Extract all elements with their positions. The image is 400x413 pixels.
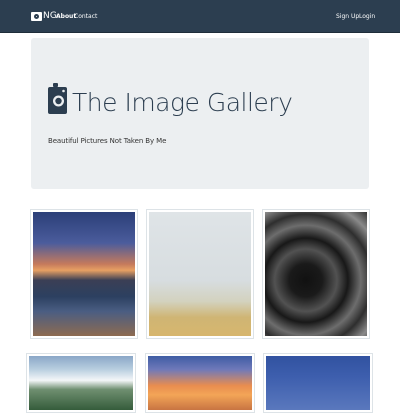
thumbnail-spiral-architecture[interactable]	[262, 209, 370, 339]
thumbnail-blue-sky[interactable]	[263, 353, 373, 413]
top-navbar: NG About Contact Sign Up Login	[0, 0, 400, 33]
nav-link-login[interactable]: Login	[359, 13, 375, 20]
brand-logo-link[interactable]: NG	[31, 11, 57, 21]
foggy-beach-image	[149, 212, 251, 336]
golden-gate-bridge-image	[33, 212, 135, 336]
sunset-clouds-image	[148, 356, 252, 410]
thumbnail-mountain[interactable]	[26, 353, 136, 413]
page-subtitle: Beautiful Pictures Not Taken By Me	[48, 137, 167, 145]
thumbnail-sunset-clouds[interactable]	[145, 353, 255, 413]
nav-link-signup[interactable]: Sign Up	[336, 13, 359, 20]
blue-sky-image	[266, 356, 370, 410]
mountain-image	[29, 356, 133, 410]
brand-text: NG	[43, 11, 58, 21]
page-title: The Image Gallery	[72, 88, 293, 117]
camera-icon	[48, 83, 67, 114]
spiral-architecture-image	[265, 212, 367, 336]
thumbnail-foggy-beach[interactable]	[146, 209, 254, 339]
thumbnail-golden-gate-bridge[interactable]	[30, 209, 138, 339]
camera-logo-icon	[31, 11, 42, 21]
nav-link-contact[interactable]: Contact	[74, 13, 97, 20]
